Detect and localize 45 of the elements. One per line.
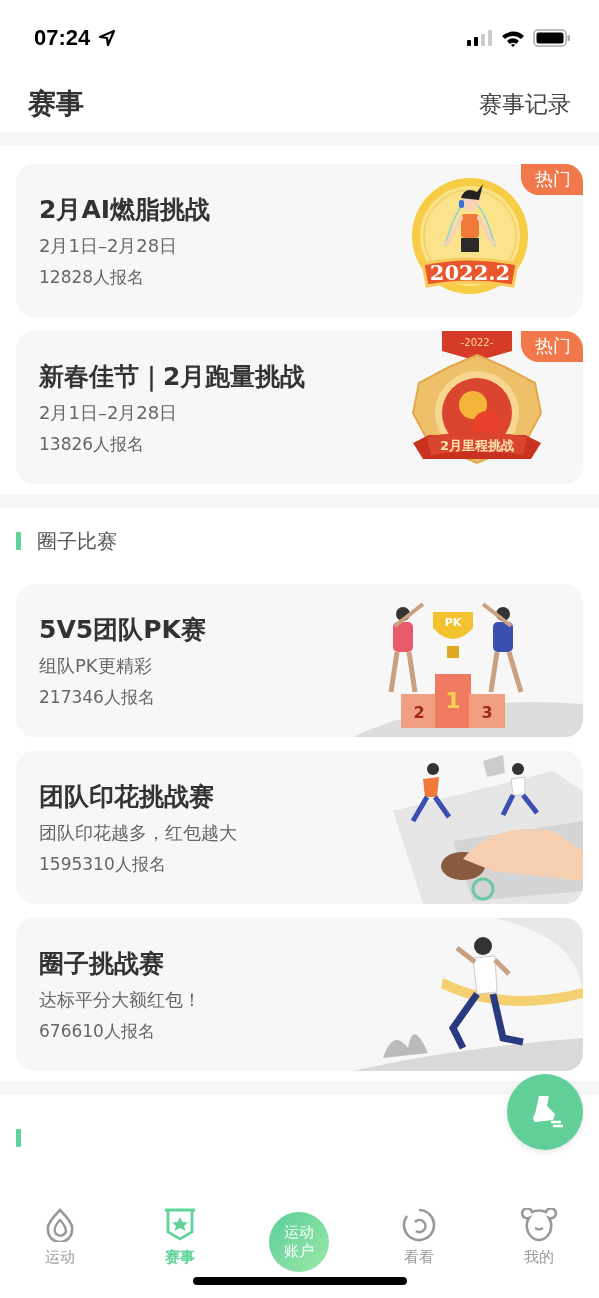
challenge-subtitle: 组队PK更精彩 [39, 653, 153, 678]
medal-label: 2月里程挑战 [440, 438, 514, 453]
signup-count: 217346人报名 [39, 685, 156, 709]
challenge-title: 圈子挑战赛 [39, 947, 165, 980]
hot-badge: 热门 [521, 164, 583, 195]
challenge-subtitle: 团队印花越多，红包越大 [39, 820, 238, 845]
records-link[interactable]: 赛事记录 [479, 88, 571, 120]
challenge-card[interactable]: 2月AI燃脂挑战 2月1日–2月28日 12828人报名 2022.2 热门 [16, 164, 583, 317]
signup-count: 1595310人报名 [39, 852, 167, 876]
page-title: 赛事 [28, 86, 84, 122]
challenge-dates: 2月1日–2月28日 [39, 400, 179, 425]
signup-count: 13826人报名 [39, 432, 146, 456]
location-arrow-icon [98, 29, 117, 47]
signup-count: 12828人报名 [39, 265, 146, 289]
wifi-icon [501, 29, 525, 47]
medal-year: -2022- [460, 337, 494, 348]
section-marker [16, 1129, 21, 1147]
section-marker [16, 532, 21, 550]
signal-icon [467, 30, 493, 46]
section-title: 圈子比赛 [37, 527, 117, 555]
running-shoe-button[interactable] [507, 1074, 583, 1150]
signup-count: 676610人报名 [39, 1019, 156, 1043]
status-time: 07:24 [34, 25, 91, 51]
podium-illustration: PK 2 1 3 [353, 584, 583, 737]
challenge-title: 5V5团队PK赛 [39, 613, 207, 646]
hot-badge: 热门 [521, 331, 583, 362]
battery-icon [533, 29, 571, 47]
tab-label: 我的 [524, 1248, 555, 1267]
tab-label: 看看 [404, 1248, 435, 1267]
challenge-title: 2月AI燃脂挑战 [39, 193, 212, 226]
bear-face-icon [520, 1208, 559, 1242]
challenge-title: 新春佳节｜2月跑量挑战 [39, 360, 307, 393]
challenge-card[interactable]: 团队印花挑战赛 团队印花越多，红包越大 1595310人报名 [16, 751, 583, 904]
challenge-card[interactable]: 新春佳节｜2月跑量挑战 2月1日–2月28日 13826人报名 -2022- 2月里程挑战 热门 [16, 331, 583, 484]
challenge-title: 团队印花挑战赛 [39, 780, 215, 813]
tab-label: 赛事 [164, 1248, 195, 1267]
tab-label: 运动 [44, 1248, 75, 1267]
challenge-card[interactable]: 圈子挑战赛 达标平分大额红包！ 676610人报名 [16, 918, 583, 1071]
shield-star-icon [162, 1208, 197, 1242]
spiral-icon [402, 1208, 437, 1242]
medal-label: 2022.2 [429, 259, 511, 285]
drop-icon [43, 1208, 76, 1242]
challenge-subtitle: 达标平分大额红包！ [39, 987, 202, 1012]
challenge-card[interactable]: 5V5团队PK赛 组队PK更精彩 217346人报名 PK 2 1 3 [16, 584, 583, 737]
challenge-dates: 2月1日–2月28日 [39, 233, 179, 258]
